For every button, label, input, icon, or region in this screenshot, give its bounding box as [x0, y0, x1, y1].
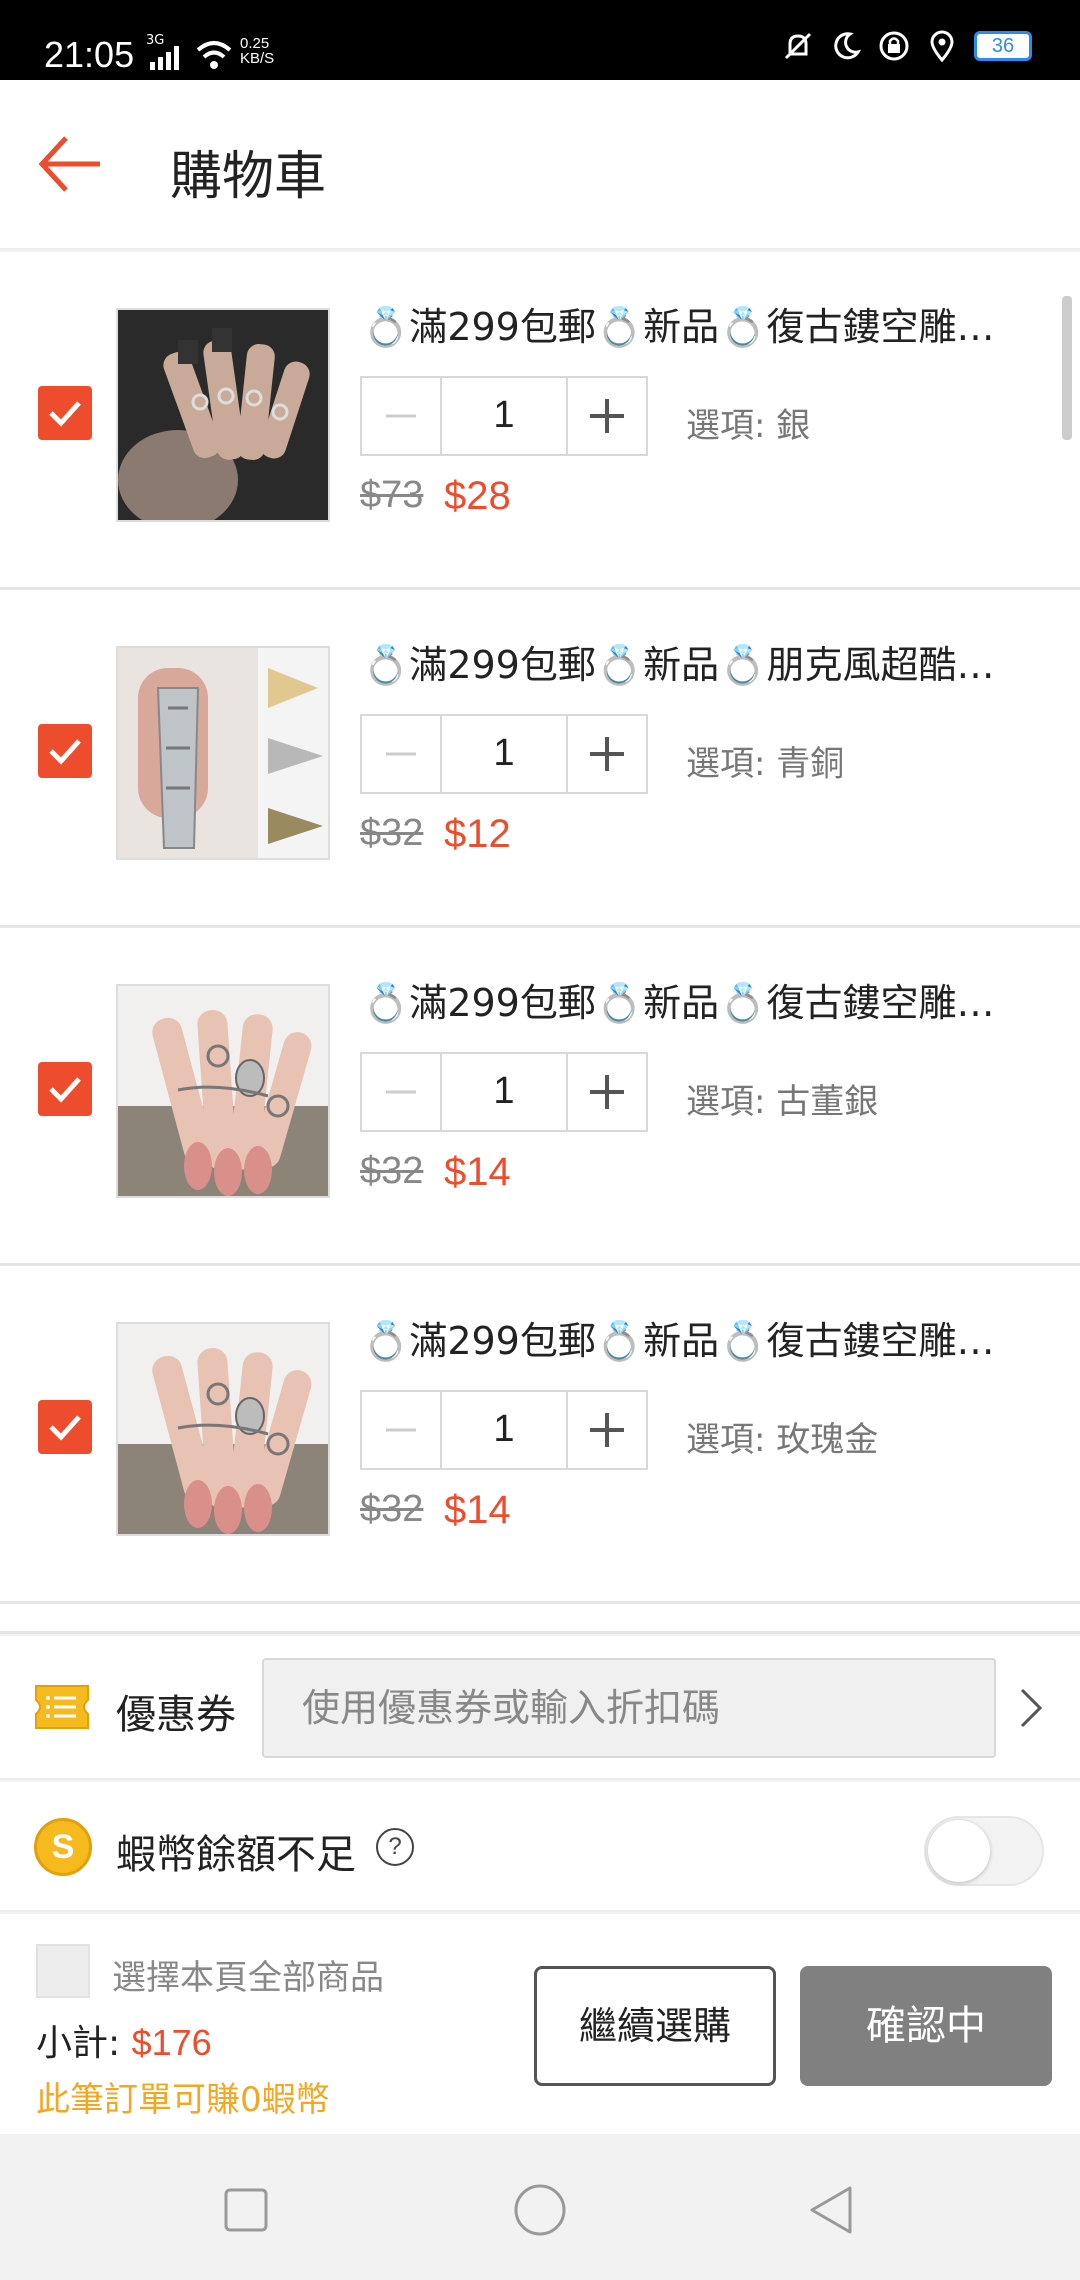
product-name[interactable]: 💍滿299包郵💍新品💍朋克風超酷尖指甲戒指 [362, 634, 1022, 689]
signal-icon [150, 46, 179, 70]
item-checkbox[interactable] [38, 724, 92, 778]
quantity-stepper: 1 [360, 376, 648, 456]
shopee-coins-row: S 蝦幣餘額不足 ? [0, 1782, 1080, 1912]
coupon-code-input[interactable]: 使用優惠券或輸入折扣碼 [262, 1658, 996, 1758]
quantity-input[interactable]: 1 [440, 716, 568, 792]
checkout-footer: 選擇本頁全部商品 小計: $176 此筆訂單可賺0蝦幣 繼續選購 確認中 [0, 1914, 1080, 2134]
location-icon [930, 30, 954, 62]
bell-off-icon [784, 32, 812, 60]
coupon-label: 優惠券 [116, 1692, 236, 1738]
product-name[interactable]: 💍滿299包郵💍新品💍復古鏤空雕花戒指套組 [362, 972, 1022, 1027]
wifi-icon [196, 41, 232, 69]
subtotal-amount: $176 [131, 2022, 212, 2063]
network-speed: 0.25 KB/S [240, 36, 274, 66]
subtotal: 小計: $176 [36, 2014, 212, 2066]
subtotal-label: 小計: [36, 2023, 132, 2064]
speed-value: 0.25 [240, 35, 270, 52]
original-price: $32 [360, 812, 424, 854]
product-image[interactable] [116, 646, 330, 860]
minus-icon [386, 752, 416, 756]
scrollbar[interactable] [1062, 296, 1072, 440]
circle-icon[interactable] [512, 2182, 568, 2238]
cart-item: 💍滿299包郵💍新品💍復古鏤空雕花戒指套組 1 選項: 古董銀 $32 $14 [0, 928, 1080, 1266]
moon-icon [834, 32, 862, 60]
help-icon[interactable]: ? [376, 1828, 414, 1866]
cart-item-partial [0, 1604, 1080, 1634]
checkmark-icon [49, 739, 81, 765]
chevron-right-icon[interactable] [1016, 1682, 1048, 1734]
item-checkbox[interactable] [38, 386, 92, 440]
variation-option[interactable]: 選項: 銀 [686, 398, 810, 447]
status-icons: 36 [782, 30, 1032, 62]
system-nav-bar [0, 2134, 1080, 2280]
minus-icon [386, 414, 416, 418]
ticket-icon [35, 1685, 89, 1729]
cart-item: 💍滿299包郵💍新品💍朋克風超酷尖指甲戒指 1 選項: 青銅 $32 $12 [0, 590, 1080, 928]
triangle-back-icon[interactable] [804, 2182, 860, 2238]
item-checkbox[interactable] [38, 1062, 92, 1116]
coins-toggle[interactable] [924, 1816, 1044, 1886]
variation-option[interactable]: 選項: 青銅 [686, 736, 844, 785]
checkmark-icon [49, 1077, 81, 1103]
quantity-input[interactable]: 1 [440, 1054, 568, 1130]
plus-icon [590, 399, 624, 433]
select-all-label[interactable]: 選擇本頁全部商品 [112, 1950, 384, 1999]
speed-unit: KB/S [240, 50, 275, 67]
increase-button[interactable] [568, 716, 646, 792]
coin-icon: S [34, 1818, 92, 1876]
product-name[interactable]: 💍滿299包郵💍新品💍復古鏤空雕花戒指套組 [362, 296, 1022, 351]
increase-button[interactable] [568, 378, 646, 454]
increase-button[interactable] [568, 1392, 646, 1468]
coins-earn-text: 此筆訂單可賺0蝦幣 [36, 2080, 330, 2120]
select-all-checkbox[interactable] [36, 1944, 90, 1998]
coins-label: 蝦幣餘額不足 [116, 1832, 356, 1878]
variation-option[interactable]: 選項: 古董銀 [686, 1074, 878, 1123]
lock-icon [879, 31, 909, 61]
continue-shopping-button[interactable]: 繼續選購 [534, 1966, 776, 2086]
plus-icon [590, 737, 624, 771]
product-image[interactable] [116, 1322, 330, 1536]
sale-price: $14 [444, 1150, 511, 1194]
product-image[interactable] [116, 984, 330, 1198]
increase-button[interactable] [568, 1054, 646, 1130]
quantity-stepper: 1 [360, 1390, 648, 1470]
minus-icon [386, 1428, 416, 1432]
arrow-left-icon[interactable] [36, 132, 106, 196]
variation-option[interactable]: 選項: 玫瑰金 [686, 1412, 878, 1461]
quantity-stepper: 1 [360, 714, 648, 794]
page-title: 購物車 [170, 147, 327, 207]
decrease-button[interactable] [362, 716, 440, 792]
decrease-button[interactable] [362, 1054, 440, 1130]
battery-indicator: 36 [974, 31, 1032, 61]
app-header: 購物車 [0, 80, 1080, 250]
plus-icon [590, 1075, 624, 1109]
minus-icon [386, 1090, 416, 1094]
status-time: 21:05 [44, 34, 135, 75]
sale-price: $12 [444, 812, 511, 856]
cart-item-list: 💍滿299包郵💍新品💍復古鏤空雕花戒指套組 1 選項: 銀 $73 $28 [0, 252, 1080, 1634]
square-icon[interactable] [218, 2182, 274, 2238]
product-name[interactable]: 💍滿299包郵💍新品💍復古鏤空雕花戒指套組 [362, 1310, 1022, 1365]
toggle-knob [928, 1820, 990, 1882]
quantity-input[interactable]: 1 [440, 378, 568, 454]
confirm-button[interactable]: 確認中 [800, 1966, 1052, 2086]
cart-item: 💍滿299包郵💍新品💍復古鏤空雕花戒指套組 1 選項: 玫瑰金 $32 $14 [0, 1266, 1080, 1604]
coupon-row: 優惠券 使用優惠券或輸入折扣碼 [0, 1636, 1080, 1780]
decrease-button[interactable] [362, 1392, 440, 1468]
original-price: $32 [360, 1150, 424, 1192]
original-price: $32 [360, 1488, 424, 1530]
checkmark-icon [49, 1415, 81, 1441]
cart-item: 💍滿299包郵💍新品💍復古鏤空雕花戒指套組 1 選項: 銀 $73 $28 [0, 252, 1080, 590]
product-image[interactable] [116, 308, 330, 522]
checkmark-icon [49, 401, 81, 427]
quantity-stepper: 1 [360, 1052, 648, 1132]
decrease-button[interactable] [362, 378, 440, 454]
plus-icon [590, 1413, 624, 1447]
original-price: $73 [360, 474, 424, 516]
sale-price: $28 [444, 474, 511, 518]
quantity-input[interactable]: 1 [440, 1392, 568, 1468]
sale-price: $14 [444, 1488, 511, 1532]
status-bar: 21:05 3G 0.25 KB/S 36 [0, 0, 1080, 80]
item-checkbox[interactable] [38, 1400, 92, 1454]
